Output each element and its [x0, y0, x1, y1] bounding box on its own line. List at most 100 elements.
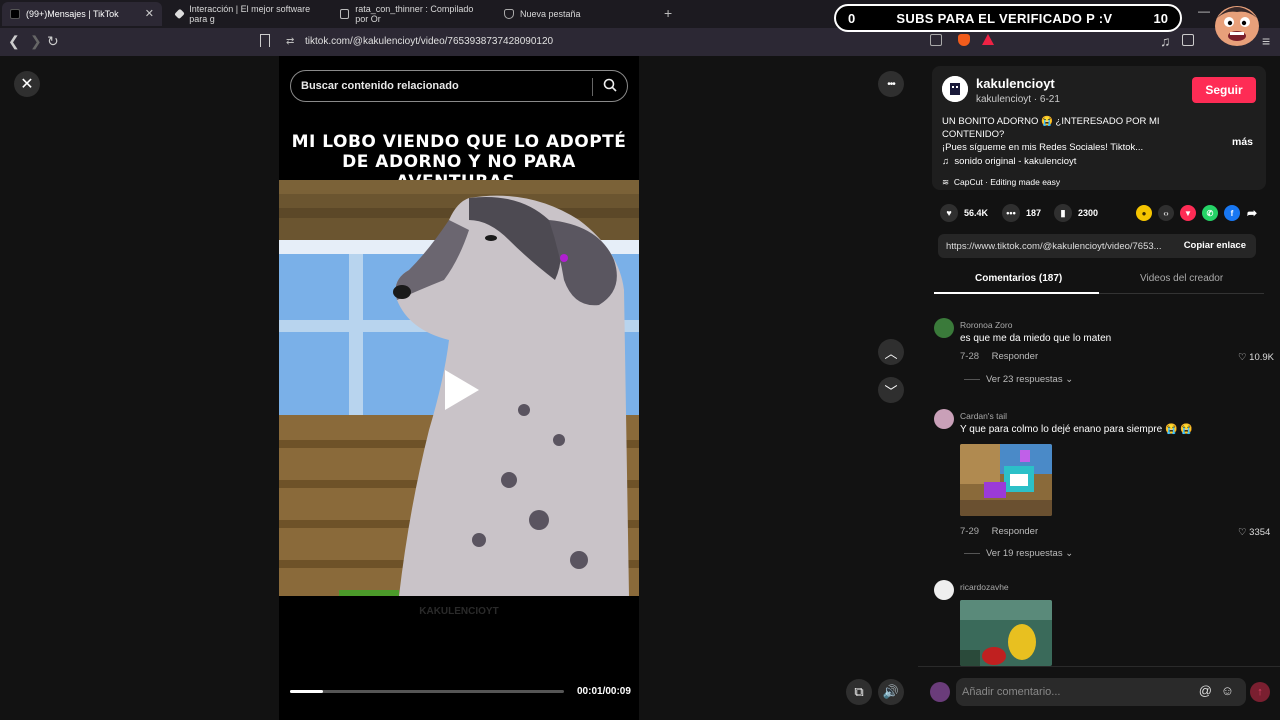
close-button[interactable]: ✕: [14, 71, 40, 97]
next-video-button[interactable]: ﹀: [878, 377, 904, 403]
tab-interaccion[interactable]: Interacción | El mejor software para g: [168, 2, 324, 26]
tab-label: Interacción | El mejor software para g: [189, 4, 311, 24]
comment-avatar[interactable]: [934, 318, 954, 338]
comment-likes[interactable]: ♡ 10.9K: [1238, 352, 1274, 363]
like-heart-icon[interactable]: ♥: [940, 204, 958, 222]
new-tab-button[interactable]: +: [664, 5, 672, 21]
address-bar: ❮ ❯ ↻ ⇄ tiktok.com/@kakulencioyt/video/7…: [0, 28, 1280, 56]
facebook-icon[interactable]: f: [1224, 205, 1240, 221]
comment-avatar[interactable]: [934, 409, 954, 429]
comment-count: 187: [1026, 208, 1042, 218]
tab-label: (99+)Mensajes | TikTok: [26, 9, 119, 19]
previous-video-button[interactable]: ︿: [878, 339, 904, 365]
url-field[interactable]: tiktok.com/@kakulencioyt/video/765393873…: [305, 36, 553, 47]
send-to-friend-icon[interactable]: ▼: [1180, 205, 1196, 221]
back-icon[interactable]: ❮: [8, 33, 20, 50]
coin-share-icon[interactable]: ●: [1136, 205, 1152, 221]
picture-in-picture-icon: ⧉: [854, 684, 864, 699]
comment-item: Roronoa Zoro es que me da miedo que lo m…: [934, 318, 1274, 388]
tab-label: Nueva pestaña: [520, 9, 581, 19]
tiktok-favicon-icon: [10, 9, 20, 19]
caption-line-1: MI LOBO VIENDO QUE LO ADOPTÉ: [291, 132, 627, 152]
volume-button[interactable]: 🔊: [878, 679, 904, 705]
reply-button[interactable]: Responder: [992, 526, 1038, 537]
replies-divider: [964, 552, 980, 554]
bookmark-save-icon[interactable]: ▮: [1054, 204, 1072, 222]
mention-icon[interactable]: @: [1199, 683, 1212, 698]
view-replies-button[interactable]: Ver 19 respuestas ⌄: [964, 548, 1073, 559]
brave-shield-icon[interactable]: [958, 34, 970, 46]
active-tab-indicator: [934, 292, 1099, 294]
reply-button[interactable]: Responder: [992, 351, 1038, 362]
follow-button[interactable]: Seguir: [1192, 77, 1256, 103]
tab-comments[interactable]: Comentarios (187): [975, 273, 1062, 284]
comment-date: 7-29: [960, 526, 980, 537]
comment-username[interactable]: ricardozavhe: [960, 582, 1009, 592]
description-line-1: UN BONITO ADORNO 😭 ¿INTERESADO POR MI CO…: [942, 116, 1160, 140]
page-favicon-icon: [340, 9, 350, 19]
comment-avatar[interactable]: [934, 580, 954, 600]
view-replies-button[interactable]: Ver 23 respuestas ⌄: [964, 374, 1073, 385]
emoji-icon[interactable]: ☺: [1221, 683, 1234, 698]
dog-video-still: [279, 180, 639, 596]
brave-rewards-icon[interactable]: [982, 34, 994, 45]
tab-rata[interactable]: rata_con_thinner : Compilado por Or: [332, 2, 488, 26]
overlay-message: SUBS PARA EL VERIFICADO P :V: [896, 10, 1113, 26]
copy-link-button[interactable]: Copiar enlace: [1184, 240, 1246, 251]
comment-date: 7-28: [960, 351, 980, 362]
more-icon: •••: [887, 78, 895, 90]
author-avatar[interactable]: [942, 76, 968, 102]
sidebar-icon[interactable]: [1182, 34, 1194, 46]
details-pane: kakulencioyt kakulencioyt · 6-21 Seguir …: [918, 56, 1280, 720]
send-comment-button[interactable]: ↑: [1250, 682, 1270, 702]
subs-overlay: 0 SUBS PARA EL VERIFICADO P :V 10: [834, 4, 1182, 32]
share-arrow-icon[interactable]: ➦: [1244, 205, 1260, 221]
comment-input[interactable]: Añadir comentario... @ ☺: [956, 678, 1246, 706]
comment-username[interactable]: Cardan's tail: [960, 411, 1007, 421]
tab-nueva[interactable]: Nueva pestaña: [496, 2, 652, 26]
minecraft-wolf-image: [960, 444, 1052, 516]
tab-label: rata_con_thinner : Compilado por Or: [355, 4, 474, 24]
post-description: UN BONITO ADORNO 😭 ¿INTERESADO POR MI CO…: [942, 115, 1222, 154]
reload-icon[interactable]: ↻: [47, 33, 59, 50]
video-link-text: https://www.tiktok.com/@kakulencioyt/vid…: [946, 240, 1162, 252]
send-arrow-icon: ↑: [1257, 686, 1263, 698]
capcut-link[interactable]: ≋ CapCut · Editing made easy: [942, 177, 1060, 188]
forward-icon[interactable]: ❯: [30, 33, 42, 50]
comment-likes[interactable]: ♡ 3354: [1238, 527, 1270, 538]
comment-image[interactable]: [960, 600, 1052, 666]
shield-favicon-icon: [504, 9, 514, 19]
video-link-box: https://www.tiktok.com/@kakulencioyt/vid…: [938, 234, 1256, 258]
comment-placeholder: Añadir comentario...: [962, 686, 1061, 698]
more-description-link[interactable]: más: [1232, 136, 1253, 148]
more-options-button[interactable]: •••: [878, 71, 904, 97]
embed-code-icon[interactable]: ‹›: [1158, 205, 1174, 221]
translate-icon[interactable]: [930, 34, 942, 46]
related-search-input[interactable]: Buscar contenido relacionado: [290, 70, 628, 102]
video-progress-bar[interactable]: [290, 690, 564, 693]
close-tab-icon[interactable]: ✕: [145, 7, 154, 20]
comment-username[interactable]: Roronoa Zoro: [960, 320, 1012, 330]
media-icon[interactable]: ♫: [1160, 33, 1171, 49]
search-icon[interactable]: [603, 78, 617, 92]
search-divider: [592, 78, 593, 96]
sound-link[interactable]: ♫ sonido original - kakulencioyt: [942, 156, 1076, 167]
author-username[interactable]: kakulencioyt: [976, 76, 1055, 91]
bookmark-icon[interactable]: [260, 34, 270, 47]
comment-meta: 7-29 Responder: [960, 526, 1038, 537]
comment-bubble-icon[interactable]: •••: [1002, 204, 1020, 222]
tab-tiktok[interactable]: (99+)Mensajes | TikTok ✕: [2, 2, 162, 26]
whatsapp-icon[interactable]: ✆: [1202, 205, 1218, 221]
video-pane: ✕ Buscar contenido relacionado MI LOBO V…: [0, 56, 918, 720]
pip-button[interactable]: ⧉: [846, 679, 872, 705]
like-count: 56.4K: [964, 208, 989, 218]
video-frame[interactable]: [279, 180, 639, 596]
site-info-icon[interactable]: ⇄: [286, 36, 294, 47]
progress-fill: [290, 690, 323, 693]
comment-meta: 7-28 Responder: [960, 351, 1038, 362]
overlay-left-count: 0: [848, 10, 856, 26]
tab-creator-videos[interactable]: Videos del creador: [1140, 273, 1223, 284]
author-handle-date: kakulencioyt · 6-21: [976, 94, 1060, 105]
video-player[interactable]: Buscar contenido relacionado MI LOBO VIE…: [279, 56, 639, 720]
comment-image[interactable]: [960, 444, 1052, 516]
